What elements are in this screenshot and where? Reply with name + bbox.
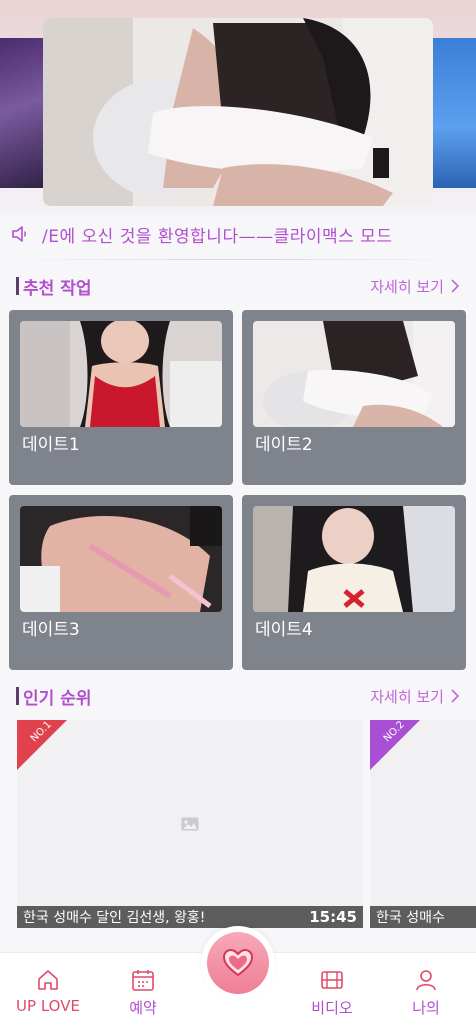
card-label: 데이트4 [255, 620, 313, 640]
tab-up-love[interactable]: UP LOVE [8, 967, 88, 1015]
speaker-icon [8, 222, 32, 246]
tab-label: 비디오 [311, 999, 353, 1017]
heart-icon [222, 948, 254, 977]
tab-reservation[interactable]: 예약 [103, 967, 183, 1018]
card-thumbnail [20, 321, 222, 427]
calendar-icon [132, 970, 154, 991]
recommended-more-label: 자세히 보기 [370, 277, 444, 296]
center-button-circle [207, 932, 269, 994]
image-placeholder-icon [181, 817, 199, 831]
chevron-right-icon [451, 689, 460, 703]
recommended-header: 추천 작업 자세히 보기 [16, 273, 460, 299]
home-icon [38, 970, 58, 990]
recommended-card-4[interactable]: 데이트4 [242, 495, 466, 670]
popular-item-2[interactable]: NO.2 한국 성매수 [370, 720, 476, 928]
popular-more-link[interactable]: 자세히 보기 [370, 686, 460, 707]
tab-video[interactable]: 비디오 [292, 967, 372, 1018]
center-heart-button[interactable] [201, 926, 275, 1000]
title-bar [16, 277, 19, 295]
divider [8, 259, 468, 260]
banner-next-slide[interactable] [426, 38, 476, 188]
app-screen: /E에 오신 것을 환영합니다——클라이맥스 모드 추천 작업 자세히 보기 데… [0, 0, 476, 1024]
popular-title-text: 인기 순위 [23, 688, 92, 709]
popular-title-2: 한국 성매수 [376, 910, 445, 926]
notice-bar[interactable]: /E에 오신 것을 환영합니다——클라이맥스 모드 [8, 220, 468, 248]
tab-my[interactable]: 나의 [386, 967, 466, 1018]
tab-label: 예약 [129, 999, 157, 1017]
card-label: 데이트2 [255, 435, 313, 455]
popular-item-1[interactable]: NO.1 한국 성매수 달인 김선생, 왕홍! 15:45 [17, 720, 363, 928]
tab-label: 나의 [412, 999, 440, 1017]
popular-caption: 한국 성매수 달인 김선생, 왕홍! 15:45 [17, 906, 363, 928]
popular-more-label: 자세히 보기 [370, 687, 444, 706]
popular-title-1: 한국 성매수 달인 김선생, 왕홍! [23, 910, 206, 926]
title-bar [16, 687, 19, 705]
rank-ribbon: NO.2 [370, 720, 420, 770]
popular-title: 인기 순위 [16, 684, 91, 709]
recommended-card-2[interactable]: 데이트2 [242, 310, 466, 485]
card-thumbnail [20, 506, 222, 612]
film-icon [321, 971, 343, 989]
banner-carousel[interactable] [0, 0, 476, 215]
popular-header: 인기 순위 자세히 보기 [16, 683, 460, 709]
chevron-right-icon [451, 279, 460, 293]
recommended-title: 추천 작업 [16, 274, 91, 299]
user-icon [416, 970, 436, 991]
notice-text: /E에 오신 것을 환영합니다——클라이맥스 모드 [42, 226, 393, 247]
recommended-card-1[interactable]: 데이트1 [9, 310, 233, 485]
duration-1: 15:45 [309, 908, 357, 926]
recommended-more-link[interactable]: 자세히 보기 [370, 276, 460, 297]
recommended-card-3[interactable]: 데이트3 [9, 495, 233, 670]
card-thumbnail [253, 321, 455, 427]
banner-image[interactable] [43, 18, 433, 206]
popular-caption: 한국 성매수 [370, 906, 476, 928]
card-label: 데이트3 [22, 620, 80, 640]
card-label: 데이트1 [22, 435, 80, 455]
tab-label: UP LOVE [16, 997, 80, 1015]
card-thumbnail [253, 506, 455, 612]
recommended-title-text: 추천 작업 [23, 278, 92, 299]
rank-ribbon: NO.1 [17, 720, 67, 770]
